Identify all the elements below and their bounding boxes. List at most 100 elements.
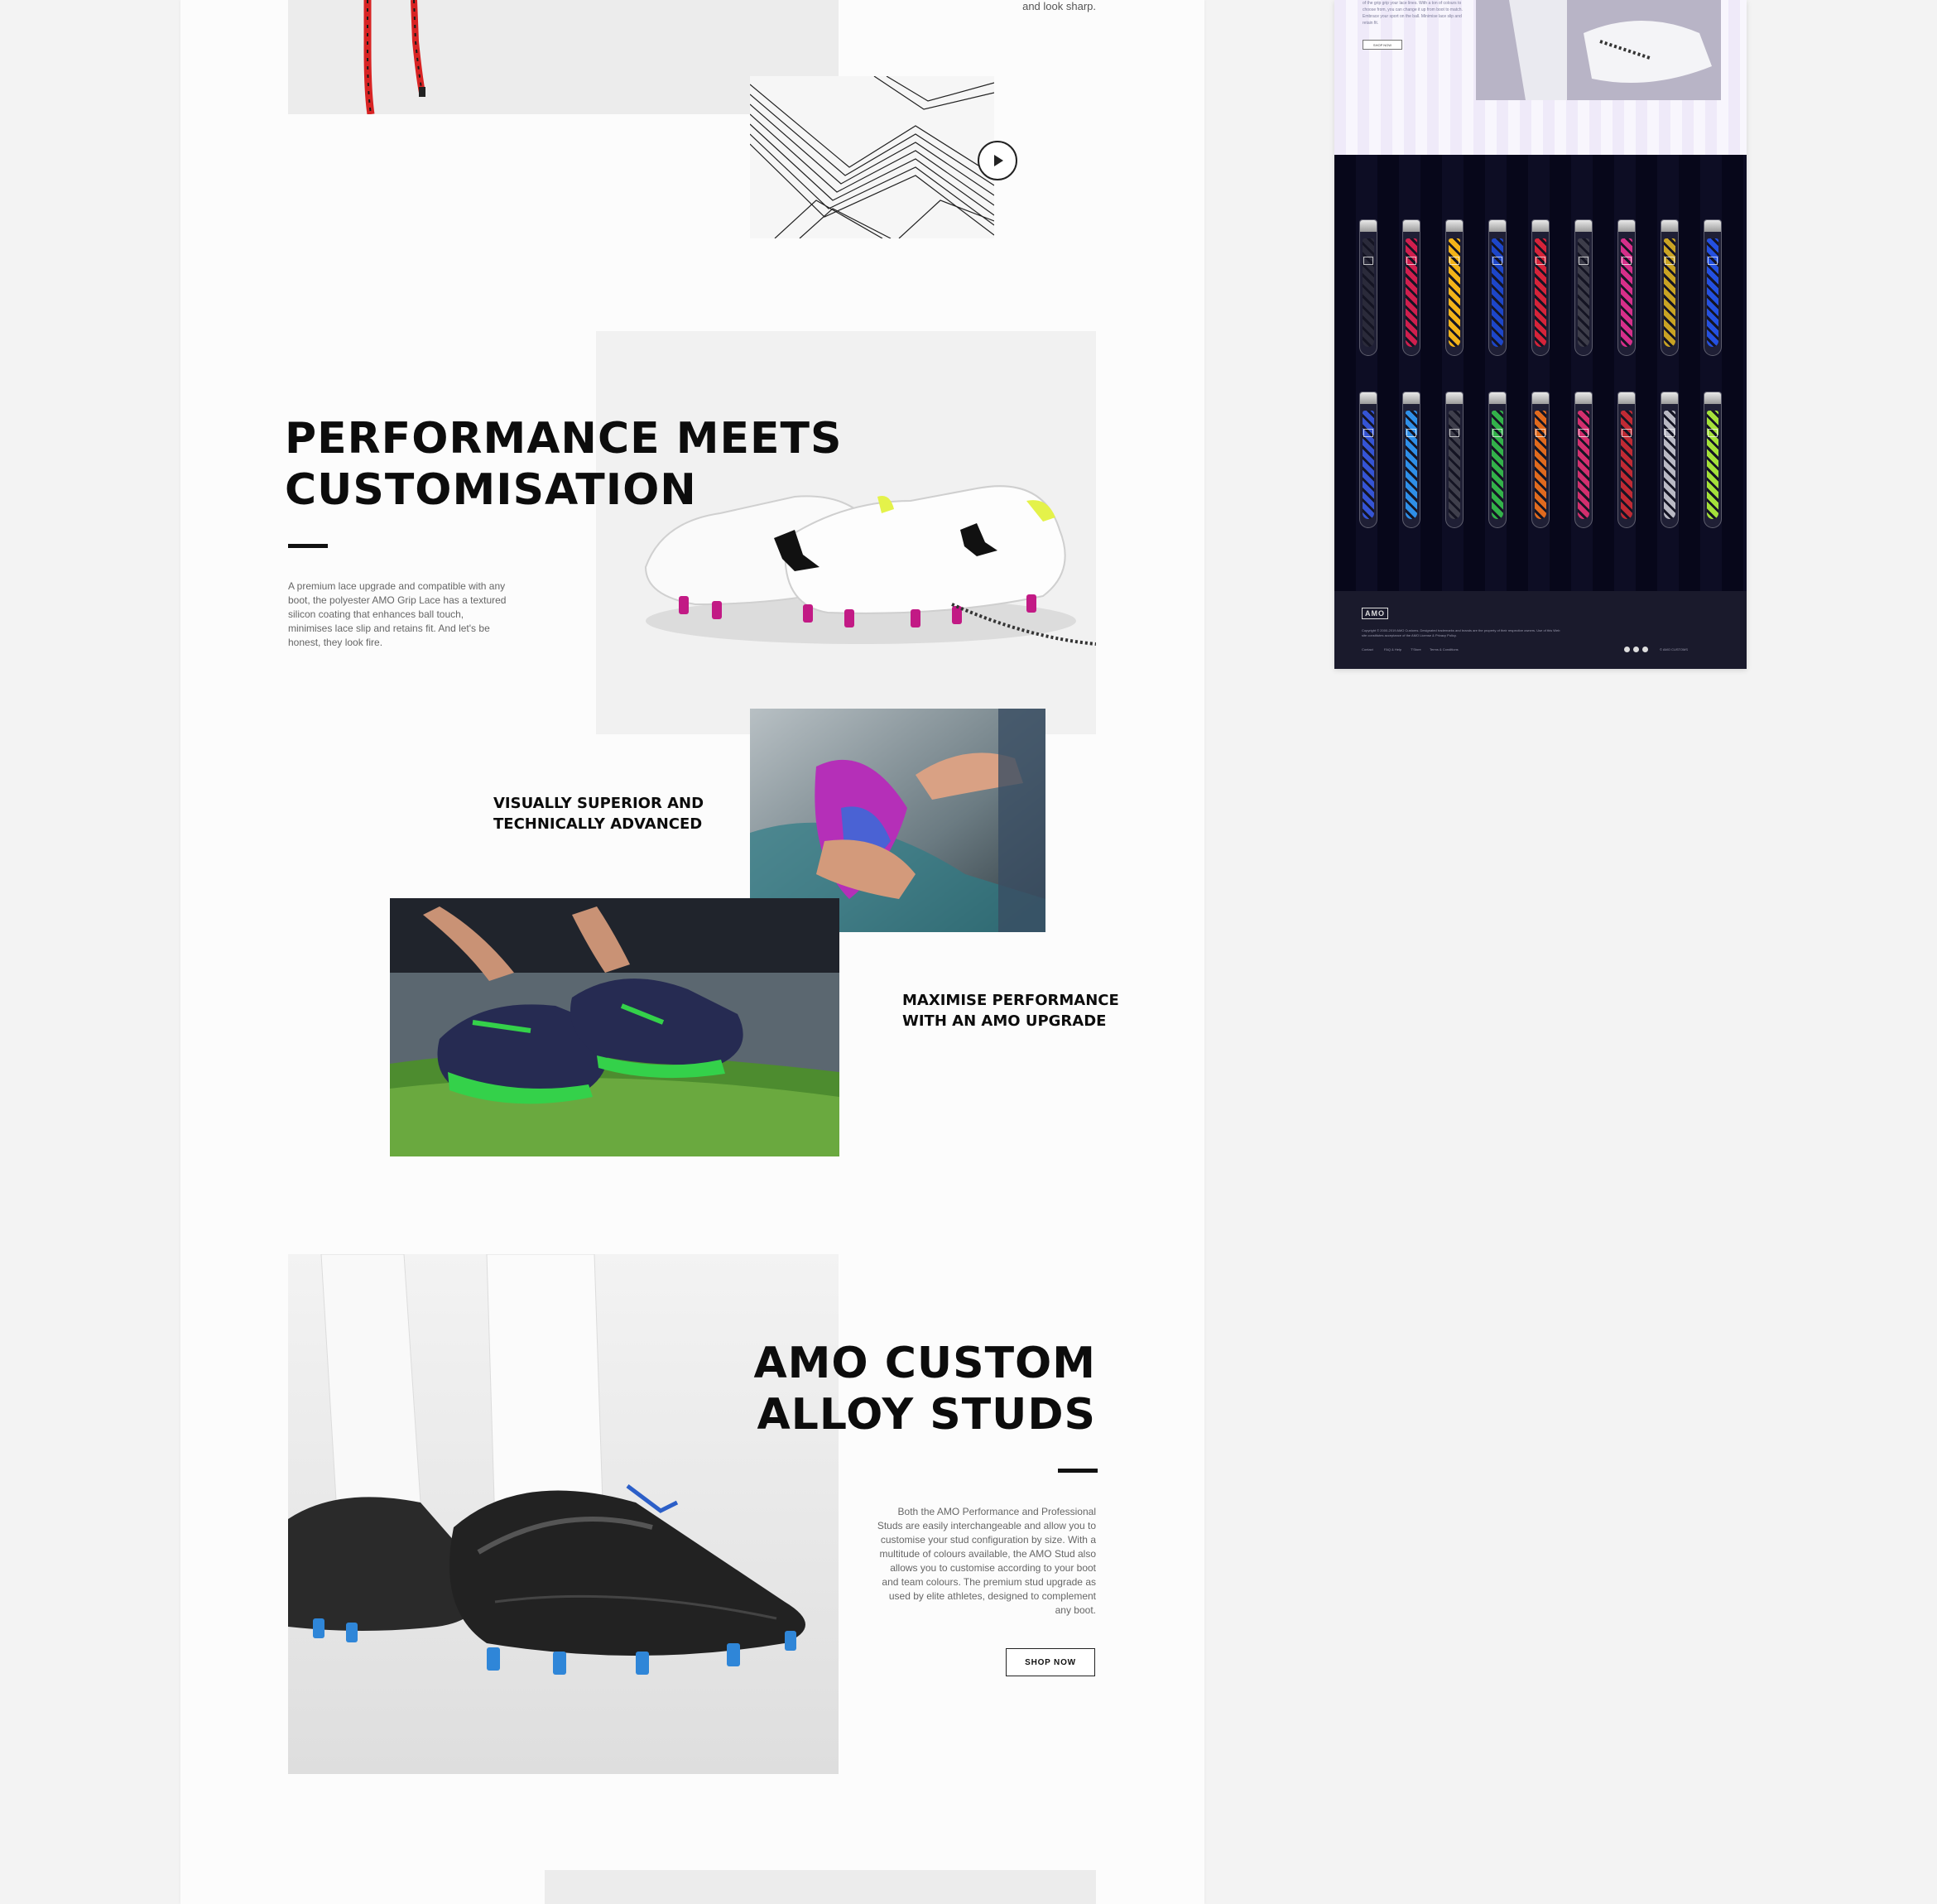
tube-logo-icon bbox=[1406, 429, 1416, 437]
footer-link-contact[interactable]: Contact bbox=[1362, 647, 1373, 651]
preview-shoe-image bbox=[1476, 0, 1721, 100]
white-boots-image bbox=[596, 331, 1096, 734]
facebook-icon[interactable] bbox=[1624, 647, 1630, 652]
amo-logo[interactable]: AMO bbox=[1362, 608, 1388, 619]
abstract-lines-artwork bbox=[750, 76, 994, 238]
white-football-boots-illustration bbox=[596, 331, 1096, 734]
tube-logo-icon bbox=[1579, 429, 1589, 437]
mobile-preview-panel: of the grip grip your lace lines. With a… bbox=[1334, 0, 1747, 669]
studs-headline: AMO CUSTOM ALLOY STUDS bbox=[599, 1338, 1096, 1441]
tube-lace-fill bbox=[1535, 238, 1546, 347]
performance-headline-line2: CUSTOMISATION bbox=[285, 465, 697, 516]
lace-tube-bottom[interactable] bbox=[1574, 392, 1593, 528]
studs-headline-line1: AMO CUSTOM bbox=[753, 1339, 1096, 1388]
green-boots-lacing-image bbox=[390, 898, 839, 1156]
lace-tube-bottom[interactable] bbox=[1359, 392, 1377, 528]
instagram-icon[interactable] bbox=[1642, 647, 1648, 652]
footer-link-store[interactable]: T'Store bbox=[1411, 647, 1421, 651]
tube-lace-fill bbox=[1664, 238, 1675, 347]
tube-cap bbox=[1704, 220, 1721, 232]
lace-tube-bottom[interactable] bbox=[1445, 392, 1464, 528]
tube-cap bbox=[1704, 392, 1721, 404]
footer-right-text: © AMO CUSTOMS bbox=[1660, 647, 1688, 651]
lace-tube-top[interactable] bbox=[1704, 219, 1722, 356]
main-page-panel: and look sharp. PERFORMANCE MEETS CUSTOM… bbox=[180, 0, 1204, 1904]
tube-logo-icon bbox=[1363, 429, 1373, 437]
tube-cap bbox=[1360, 220, 1377, 232]
lace-tube-bottom[interactable] bbox=[1617, 392, 1636, 528]
tube-lace-fill bbox=[1492, 411, 1503, 519]
footer-link-terms[interactable]: Terms & Conditions bbox=[1430, 647, 1459, 651]
tube-logo-icon bbox=[1622, 429, 1632, 437]
tube-logo-icon bbox=[1449, 257, 1459, 265]
tube-cap bbox=[1360, 392, 1377, 404]
tube-cap bbox=[1403, 220, 1420, 232]
lace-tube-bottom[interactable] bbox=[1402, 392, 1420, 528]
video-thumbnail[interactable] bbox=[750, 76, 994, 238]
top-caption-text: and look sharp. bbox=[1022, 0, 1096, 12]
lace-tube-top[interactable] bbox=[1617, 219, 1636, 356]
footer-link-faq[interactable]: FAQ & Help bbox=[1384, 647, 1401, 651]
preview-footer: AMO Copyright © 2000-2019 AMO Customs. D… bbox=[1334, 591, 1747, 669]
tube-logo-icon bbox=[1492, 257, 1502, 265]
play-icon bbox=[994, 155, 1003, 166]
tube-lace-fill bbox=[1449, 411, 1460, 519]
tube-lace-fill bbox=[1449, 238, 1460, 347]
tube-lace-fill bbox=[1363, 238, 1374, 347]
tube-logo-icon bbox=[1579, 257, 1589, 265]
play-video-button[interactable] bbox=[978, 141, 1017, 180]
lace-tube-top[interactable] bbox=[1574, 219, 1593, 356]
lace-tube-top[interactable] bbox=[1445, 219, 1464, 356]
tube-cap bbox=[1575, 220, 1592, 232]
performance-headline-line1: PERFORMANCE MEETS bbox=[285, 414, 843, 464]
tube-lace-fill bbox=[1621, 238, 1632, 347]
lace-tube-top[interactable] bbox=[1488, 219, 1507, 356]
visual-superior-line2: TECHNICALLY ADVANCED bbox=[493, 815, 703, 833]
tube-lace-fill bbox=[1535, 411, 1546, 519]
lace-tube-top[interactable] bbox=[1661, 219, 1679, 356]
tube-logo-icon bbox=[1406, 257, 1416, 265]
lace-tube-bottom[interactable] bbox=[1488, 392, 1507, 528]
studs-headline-line2: ALLOY STUDS bbox=[757, 1390, 1096, 1440]
tube-cap bbox=[1661, 220, 1678, 232]
lace-tube-top[interactable] bbox=[1531, 219, 1550, 356]
performance-divider bbox=[288, 544, 328, 548]
next-section-image bbox=[545, 1870, 1096, 1904]
tube-logo-icon bbox=[1536, 429, 1545, 437]
shop-now-button[interactable]: SHOP NOW bbox=[1006, 1648, 1095, 1676]
lace-tube-bottom[interactable] bbox=[1531, 392, 1550, 528]
tube-logo-icon bbox=[1665, 429, 1675, 437]
preview-shop-now-button[interactable]: SHOP NOW bbox=[1363, 40, 1402, 50]
tube-cap bbox=[1532, 392, 1549, 404]
preview-boot-illustration bbox=[1476, 0, 1721, 100]
preview-copy-text: of the grip grip your lace lines. With a… bbox=[1363, 1, 1463, 26]
visual-superior-line1: VISUALLY SUPERIOR AND bbox=[493, 795, 704, 812]
tube-cap bbox=[1489, 392, 1506, 404]
tube-cap bbox=[1403, 392, 1420, 404]
maximise-line2: WITH AN AMO UPGRADE bbox=[902, 1012, 1107, 1030]
tube-cap bbox=[1489, 220, 1506, 232]
maximise-line1: MAXIMISE PERFORMANCE bbox=[902, 992, 1119, 1009]
maximise-performance-text: MAXIMISE PERFORMANCE WITH AN AMO UPGRADE bbox=[902, 990, 1134, 1031]
tube-lace-fill bbox=[1406, 238, 1417, 347]
lace-tube-top[interactable] bbox=[1402, 219, 1420, 356]
tube-logo-icon bbox=[1622, 257, 1632, 265]
tube-lace-fill bbox=[1492, 238, 1503, 347]
tube-cap bbox=[1532, 220, 1549, 232]
tube-lace-fill bbox=[1578, 411, 1589, 519]
tube-lace-fill bbox=[1707, 238, 1718, 347]
tube-lace-fill bbox=[1707, 411, 1718, 519]
tube-logo-icon bbox=[1536, 257, 1545, 265]
lace-tube-top[interactable] bbox=[1359, 219, 1377, 356]
performance-description: A premium lace upgrade and compatible wi… bbox=[288, 580, 507, 648]
lace-tube-bottom[interactable] bbox=[1661, 392, 1679, 528]
tube-logo-icon bbox=[1449, 429, 1459, 437]
player-lacing-green-boots-illustration bbox=[390, 898, 839, 1156]
tube-logo-icon bbox=[1665, 257, 1675, 265]
tube-logo-icon bbox=[1708, 257, 1718, 265]
footer-copyright: Copyright © 2000-2019 AMO Customs. Desig… bbox=[1362, 628, 1560, 637]
lace-tube-bottom[interactable] bbox=[1704, 392, 1722, 528]
twitter-icon[interactable] bbox=[1633, 647, 1639, 652]
tube-cap bbox=[1618, 220, 1635, 232]
tube-lace-fill bbox=[1578, 238, 1589, 347]
